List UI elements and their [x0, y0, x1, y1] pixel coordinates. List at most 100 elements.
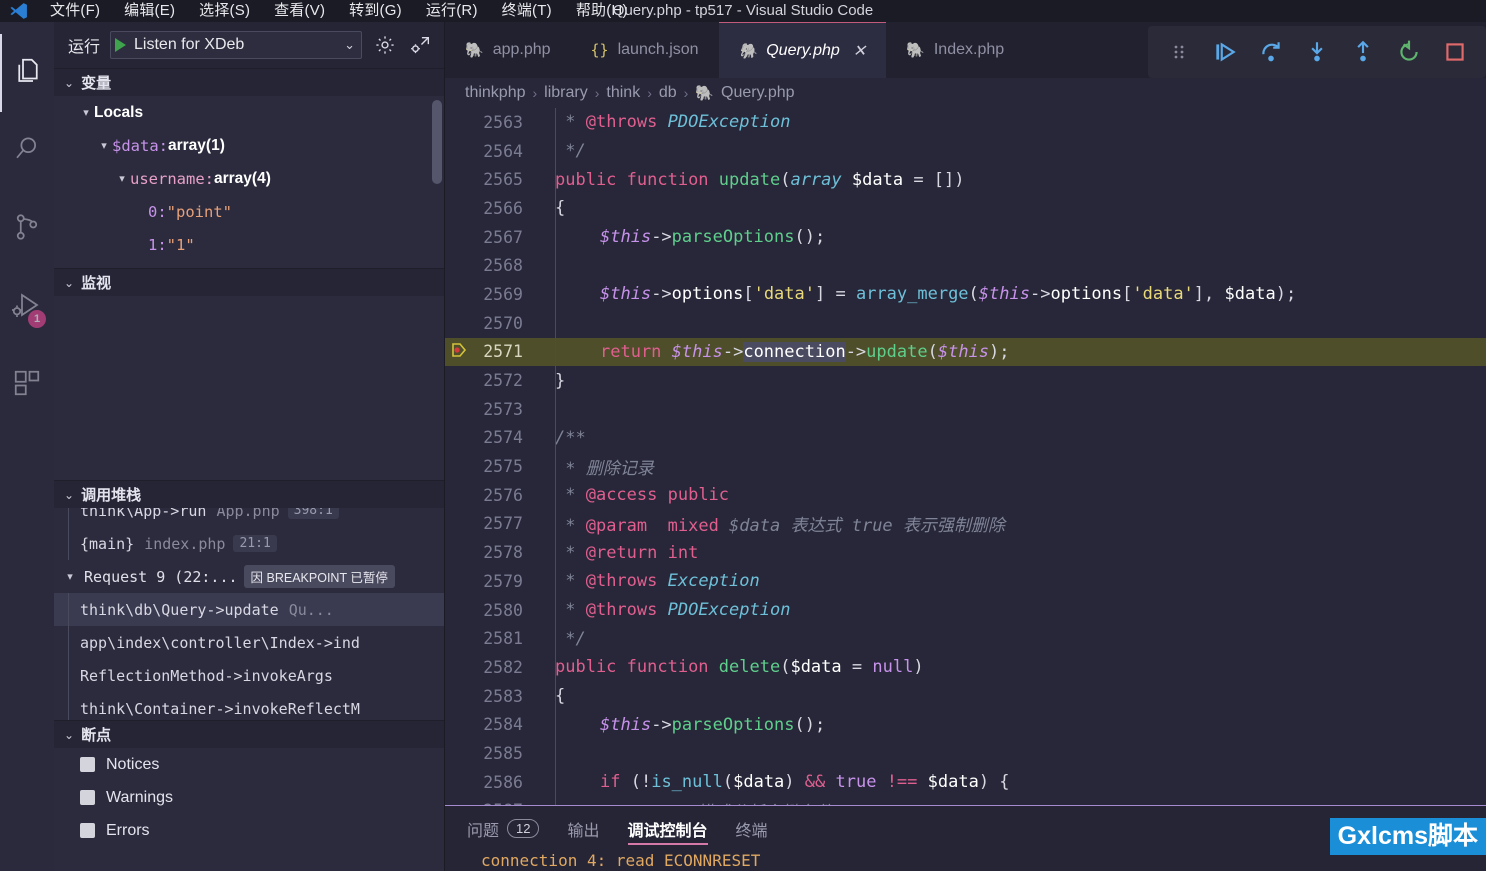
code-line[interactable]: 2587 // AR模式分析主键条件 — [445, 796, 1486, 805]
code-line[interactable]: 2569 $this->options['data'] = array_merge… — [445, 280, 1486, 309]
play-triangle-icon[interactable] — [115, 38, 127, 52]
chevron-down-icon[interactable]: ⌄ — [64, 728, 74, 742]
editor-tab-bar[interactable]: 🐘 app.php {} launch.json 🐘 Query.php ✕ 🐘 Index.p… — [445, 22, 1486, 78]
close-icon[interactable]: ✕ — [853, 41, 866, 61]
breakpoint-row[interactable]: Warnings — [54, 781, 444, 814]
variables-panel-body[interactable]: ▾ Locals ▾ $data: array(1) ▾ username: array(… — [54, 96, 444, 268]
code-line[interactable]: 2583 { — [445, 681, 1486, 711]
code-line[interactable]: 2578 * @return int — [445, 538, 1486, 567]
activity-bar[interactable]: 1 — [0, 22, 54, 871]
code-line[interactable]: 2564 */ — [445, 136, 1486, 166]
code-line[interactable]: 2567 $this->parseOptions(); — [445, 222, 1486, 252]
activity-search[interactable] — [0, 112, 54, 190]
breakpoint-row[interactable]: Notices — [54, 748, 444, 781]
code-line[interactable]: 2563 * @throws PDOException — [445, 108, 1486, 137]
menu-view[interactable]: 查看(V) — [262, 0, 337, 22]
panel-tab[interactable]: 输出 — [567, 806, 599, 851]
menu-run[interactable]: 运行(R) — [414, 0, 490, 22]
breadcrumb[interactable]: thinkphp › library › think › db › 🐘 Query.php — [445, 78, 1486, 108]
panel-tab[interactable]: 调试控制台 — [627, 806, 708, 851]
breadcrumb-item[interactable]: Query.php — [721, 84, 795, 102]
menu-bar[interactable]: 文件(F) 编辑(E) 选择(S) 查看(V) 转到(G) 运行(R) 终端(T) 帮助(H) — [38, 0, 640, 22]
restart-icon[interactable] — [1388, 32, 1430, 72]
debug-config-icon[interactable] — [408, 34, 434, 56]
step-over-icon[interactable] — [1250, 32, 1292, 72]
variables-panel-header[interactable]: ⌄ 变量 — [54, 68, 444, 96]
breadcrumb-item[interactable]: library — [544, 84, 588, 102]
step-out-icon[interactable] — [1342, 32, 1384, 72]
code-line[interactable]: 2572} — [445, 366, 1486, 395]
stop-icon[interactable] — [1434, 32, 1476, 72]
chevron-down-icon[interactable]: ▾ — [114, 172, 130, 185]
variable-row[interactable]: 0: "point" — [54, 195, 444, 228]
code-line[interactable]: 2584 $this->parseOptions(); — [445, 710, 1486, 740]
variable-row[interactable]: ▾ username: array(4) — [54, 162, 444, 195]
breakpoint-row[interactable]: Errors — [54, 814, 444, 847]
continue-icon[interactable] — [1204, 32, 1246, 72]
chevron-down-icon[interactable]: ⌄ — [64, 276, 74, 290]
chevron-down-icon[interactable]: ▾ — [78, 106, 94, 119]
call-stack-frame[interactable]: {main} index.php 21:1 — [54, 527, 444, 560]
variable-row[interactable]: 1: "1" — [54, 228, 444, 261]
editor-tab[interactable]: 🐘 Query.php ✕ — [718, 22, 887, 78]
code-line[interactable]: 2571 return $this->connection->update($th… — [445, 337, 1486, 367]
breadcrumb-item[interactable]: db — [659, 84, 677, 102]
debug-session-row[interactable]: ▾ Request 9 (22:... 因 BREAKPOINT 已暂停 — [54, 560, 444, 593]
watch-panel-body[interactable] — [54, 296, 444, 480]
code-line[interactable]: 2581 */ — [445, 624, 1486, 654]
editor-tab[interactable]: 🐘 Index.php — [886, 22, 1025, 78]
code-line[interactable]: 2577 * @param mixed $data 表达式 true 表示强制删… — [445, 509, 1486, 539]
chevron-down-icon[interactable]: ▾ — [62, 570, 78, 583]
call-stack-frame[interactable]: think\App->run App.php 398:1 — [54, 508, 444, 527]
call-stack-frame[interactable]: think\Container->invokeReflectM — [54, 692, 444, 720]
drag-handle-icon[interactable] — [1158, 32, 1200, 72]
code-line[interactable]: 2574 /** — [445, 423, 1486, 453]
variables-scrollbar[interactable] — [432, 100, 442, 184]
call-stack-frame[interactable]: ReflectionMethod->invokeArgs — [54, 659, 444, 692]
breakpoint-checkbox[interactable] — [80, 823, 95, 838]
code-line[interactable]: 2586 if (!is_null($data) && true !== $dat… — [445, 767, 1486, 797]
code-line[interactable]: 2576 * @access public — [445, 480, 1486, 510]
menu-help[interactable]: 帮助(H) — [564, 0, 640, 22]
code-line[interactable]: 2570 — [445, 308, 1486, 338]
panel-tab[interactable]: 问题 12 — [467, 806, 540, 851]
code-editor[interactable]: 2563 * @throws PDOException 2564 */2565 pu… — [445, 108, 1486, 805]
callstack-panel-body[interactable]: think\App->run App.php 398:1 {main} index.ph… — [54, 508, 444, 720]
chevron-down-icon[interactable]: ⌄ — [64, 488, 74, 502]
menu-go[interactable]: 转到(G) — [337, 0, 414, 22]
panel-tab[interactable]: 终端 — [736, 806, 768, 851]
menu-edit[interactable]: 编辑(E) — [112, 0, 187, 22]
activity-extensions[interactable] — [0, 346, 54, 424]
code-line[interactable]: 2582 public function delete($data = null) — [445, 653, 1486, 682]
code-line[interactable]: 2575 * 删除记录 — [445, 452, 1486, 481]
activity-source-control[interactable] — [0, 190, 54, 268]
menu-file[interactable]: 文件(F) — [38, 0, 112, 22]
callstack-panel-header[interactable]: ⌄ 调用堆栈 — [54, 480, 444, 508]
code-line[interactable]: 2568 — [445, 251, 1486, 281]
watch-panel-header[interactable]: ⌄ 监视 — [54, 268, 444, 296]
menu-selection[interactable]: 选择(S) — [187, 0, 262, 22]
breakpoints-panel-header[interactable]: ⌄ 断点 — [54, 720, 444, 748]
breadcrumb-item[interactable]: thinkphp — [465, 84, 526, 102]
variable-row[interactable]: 2: "updatexml(1, concat(0x7... — [54, 261, 444, 268]
gear-icon[interactable] — [372, 34, 398, 56]
activity-run-and-debug[interactable]: 1 — [0, 268, 54, 346]
variable-row[interactable]: ▾ $data: array(1) — [54, 129, 444, 162]
breakpoint-arrow-icon[interactable] — [451, 342, 467, 362]
code-line[interactable]: 2579 * @throws Exception — [445, 567, 1486, 596]
editor-tab[interactable]: 🐘 app.php — [445, 22, 571, 78]
debug-config-dropdown[interactable]: Listen for XDeb ⌄ — [110, 31, 362, 59]
step-into-icon[interactable] — [1296, 32, 1338, 72]
variable-row[interactable]: ▾ Locals — [54, 96, 444, 129]
code-line[interactable]: 2585 — [445, 739, 1486, 768]
activity-explorer[interactable] — [0, 34, 54, 112]
call-stack-frame[interactable]: app\index\controller\Index->ind — [54, 626, 444, 659]
code-line[interactable]: 2565 public function update(array $data =… — [445, 165, 1486, 195]
breakpoint-checkbox[interactable] — [80, 757, 95, 772]
code-line[interactable]: 2566 { — [445, 194, 1486, 223]
debug-toolbar[interactable] — [1148, 26, 1486, 78]
breakpoint-checkbox[interactable] — [80, 790, 95, 805]
editor-tab[interactable]: {} launch.json — [570, 22, 719, 78]
code-line[interactable]: 2573 — [445, 394, 1486, 424]
chevron-down-icon[interactable]: ⌄ — [64, 76, 74, 90]
